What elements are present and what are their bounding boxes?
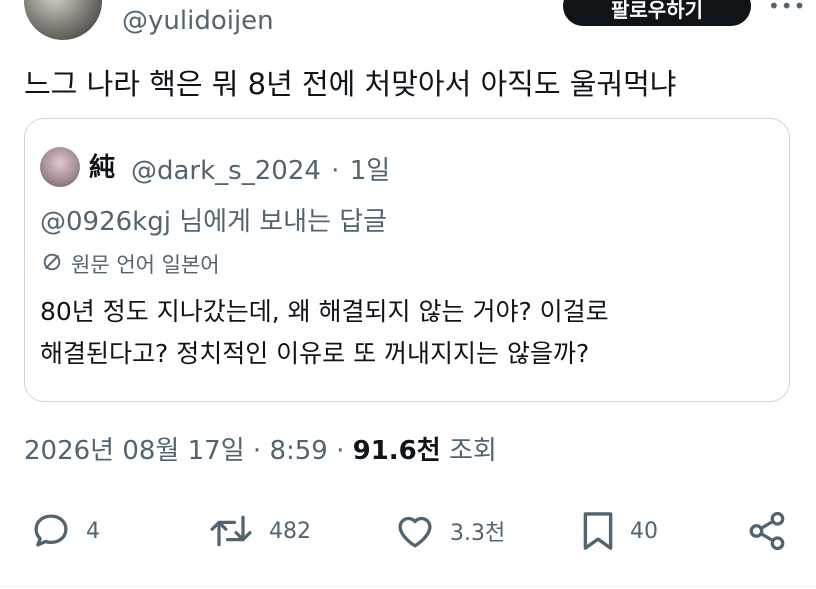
views-label: 조회 [448,436,497,466]
translate-label: 원문 언어 일본어 [71,253,220,277]
tweet-date[interactable]: 2026년 08월 17일 [24,436,245,466]
reply-icon [34,514,68,547]
author-handle[interactable]: @yulidoijen [122,6,274,36]
retweet-count: 482 [269,518,311,544]
retweet-button[interactable]: 482 [207,503,311,559]
like-icon [398,516,432,548]
quote-time[interactable]: 1일 [350,156,390,186]
quote-author-handle[interactable]: @dark_s_2024 [131,156,321,186]
divider [0,586,816,587]
quote-replying-to: @0926kgj 님에게 보내는 답글 [40,207,388,237]
quote-body-line: 80년 정도 지나갔는데, 왜 해결되지 않는 거야? 이걸로 [40,297,609,326]
meta-separator: · [336,436,345,466]
views-count: 91.6천 [352,436,441,466]
quote-body: 80년 정도 지나갔는데, 왜 해결되지 않는 거야? 이걸로 해결된다고? 정… [40,291,780,375]
quoted-tweet[interactable]: 純 @dark_s_2024 · 1일 @0926kgj 님에게 보내는 답글 … [24,118,790,402]
like-count: 3.3천 [450,521,506,546]
quote-avatar[interactable] [40,147,80,187]
translate-icon [41,251,63,278]
reply-count: 4 [86,518,100,544]
more-icon[interactable]: ••• [768,0,806,18]
reply-button[interactable]: 4 [30,503,100,559]
bookmark-count: 40 [630,518,658,544]
action-bar: 4 482 3.3천 40 [0,503,816,559]
tweet-text: 느그 나라 핵은 뭐 8년 전에 처맞아서 아직도 울궈먹냐 [24,67,677,101]
bookmark-button[interactable]: 40 [580,503,658,559]
quote-body-line: 해결된다고? 정치적인 이유로 또 꺼내지지는 않을까? [40,339,590,368]
share-button[interactable] [746,503,788,559]
retweet-icon [210,515,252,547]
quote-author-meta: @dark_s_2024 · 1일 [131,150,390,187]
tweet-meta: 2026년 08월 17일 · 8:59 · 91.6천 조회 [24,430,497,467]
tweet-time[interactable]: 8:59 [269,436,327,466]
bookmark-icon [583,512,613,550]
author-avatar[interactable] [24,0,102,40]
meta-separator: · [252,436,262,466]
quote-separator: · [331,156,340,186]
share-icon [749,511,785,551]
translate-notice[interactable]: 원문 언어 일본어 [41,249,220,279]
follow-button[interactable]: 팔로우하기 [563,0,751,26]
like-button[interactable]: 3.3천 [394,503,505,559]
quote-author-name[interactable]: 純 [89,147,115,184]
